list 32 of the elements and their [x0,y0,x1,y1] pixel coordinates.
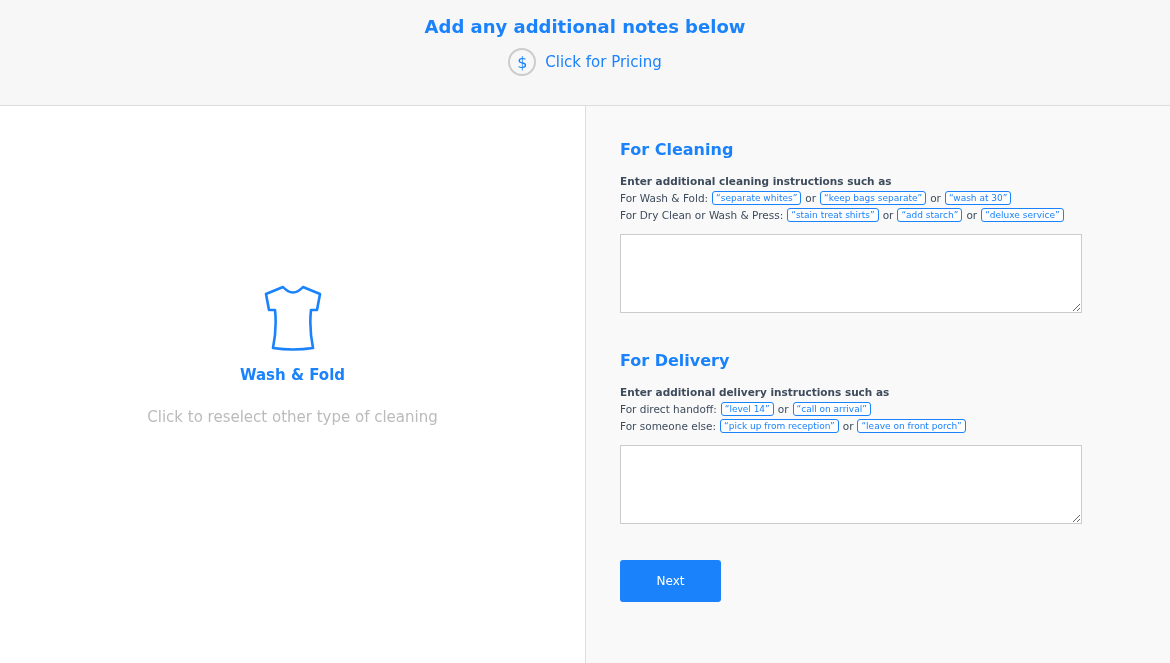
notes-textarea[interactable] [620,445,1082,524]
pricing-link[interactable]: $ Click for Pricing [508,48,662,76]
example-tag: “stain treat shirts” [787,208,879,222]
separator-text: or [805,192,817,204]
example-tag: “add starch” [897,208,963,222]
example-tag: “separate whites” [712,191,802,205]
reselect-hint[interactable]: Click to reselect other type of cleaning [147,407,438,426]
example-tag: “keep bags separate” [820,191,927,205]
example-label: For direct handoff: [620,403,717,415]
example-tag: “deluxe service” [981,208,1064,222]
separator-text: or [777,403,789,415]
separator-text: or [930,192,941,204]
separator-text: or [882,209,894,221]
notes-textarea[interactable] [620,234,1082,313]
example-tag: “call on arrival” [792,402,871,416]
example-label: For someone else: [620,420,717,432]
example-tag: “wash at 30” [944,191,1012,205]
separator-text: or [966,209,978,221]
example-tag: “leave on front porch” [857,419,966,433]
instruction-text: Enter additional delivery instructions such as [620,386,891,398]
instruction-text: Enter additional cleaning instructions such as [620,175,893,187]
example-label: For Wash & Fold: [620,192,709,204]
next-button[interactable]: Next [620,560,721,602]
dollar-icon: $ [508,48,537,76]
section-heading: For Delivery [620,351,731,370]
example-label: For Dry Clean or Wash & Press: [620,209,784,221]
section-heading: For Cleaning [620,140,735,159]
page-title: Add any additional notes below [424,16,746,37]
example-tag: “pick up from reception” [720,419,839,433]
service-name[interactable]: Wash & Fold [239,365,346,384]
separator-text: or [842,420,854,432]
example-tag: “level 14” [720,402,774,416]
